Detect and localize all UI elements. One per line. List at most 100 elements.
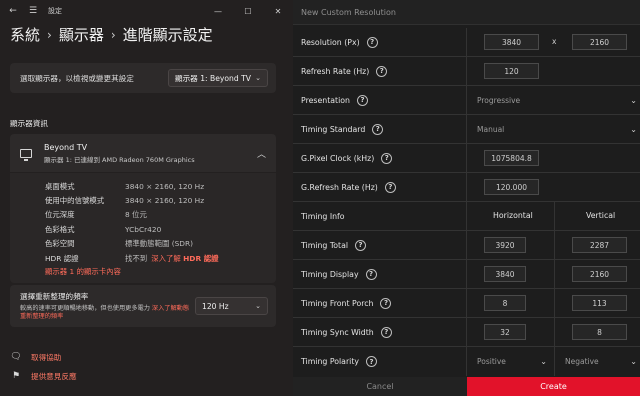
close-icon[interactable]: ✕	[263, 7, 293, 16]
timing-polarity-label: Timing Polarity	[301, 357, 360, 366]
timing-front-porch-v-input[interactable]: 113	[572, 295, 627, 311]
breadcrumb: 系統 › 顯示器 › 進階顯示設定	[10, 24, 213, 45]
resolution-height-input[interactable]: 2160	[572, 34, 627, 50]
help-icon[interactable]: ?	[356, 94, 368, 106]
chevron-down-icon: ⌄	[255, 302, 261, 310]
timing-total-label: Timing Total	[301, 240, 349, 250]
column-divider	[554, 289, 555, 317]
polarity-h-value: Positive	[477, 357, 506, 366]
presentation-select[interactable]: Progressive ⌄	[469, 87, 637, 114]
display-info-header[interactable]: Beyond TV 顯示器 1: 已連線到 AMD Radeon 760M Gr…	[10, 134, 276, 172]
refresh-title: 選擇重新整理的頻率	[20, 291, 89, 301]
help-icon[interactable]: ?	[380, 326, 392, 338]
column-divider	[554, 347, 555, 376]
hdr-learn-more-link[interactable]: 深入了解 HDR 認證	[151, 253, 218, 264]
timing-front-porch-label: Timing Front Porch	[301, 298, 374, 308]
help-icon[interactable]: ?	[365, 268, 377, 280]
refresh-desc: 較高的速率可更順暢地移動，但也使用更多電力 深入了解動態重新整理的頻率	[20, 305, 195, 321]
timing-sync-width-label: Timing Sync Width	[301, 327, 374, 337]
timing-sync-width-h-input[interactable]: 32	[484, 324, 526, 340]
help-icon[interactable]: ?	[381, 152, 393, 164]
chevron-up-icon[interactable]: ︿	[257, 147, 266, 160]
help-icon[interactable]: ?	[366, 356, 378, 367]
pixel-clock-row: G.Pixel Clock (kHz)? 1075804.8	[293, 144, 640, 173]
help-icon[interactable]: ?	[366, 36, 378, 48]
chevron-right-icon: ›	[110, 27, 116, 42]
presentation-row: Presentation? Progressive ⌄	[293, 86, 640, 115]
timing-total-v-input[interactable]: 2287	[572, 237, 627, 253]
timing-display-label: Timing Display	[301, 269, 359, 279]
resolution-row: Resolution (Px)? 3840 x 2160	[293, 28, 640, 57]
help-icon[interactable]: ?	[376, 65, 388, 77]
breadcrumb-system[interactable]: 系統	[10, 24, 40, 45]
menu-icon[interactable]: ☰	[26, 4, 40, 18]
polarity-v-value: Negative	[565, 357, 599, 366]
horizontal-column-header: Horizontal	[493, 211, 533, 220]
adapter-properties-link[interactable]: 顯示器 1 的顯示卡內容	[45, 266, 276, 277]
custom-resolution-panel: New Custom Resolution Resolution (Px)? 3…	[293, 0, 640, 396]
window-title: 設定	[48, 7, 62, 15]
resolution-width-input[interactable]: 3840	[484, 34, 539, 50]
g-refresh-row: G.Refresh Rate (Hz)? 120.000	[293, 173, 640, 202]
get-help-link[interactable]: 🗨 取得協助	[10, 351, 61, 363]
display-name: Beyond TV	[44, 142, 88, 152]
breadcrumb-display[interactable]: 顯示器	[59, 24, 104, 45]
timing-front-porch-h-input[interactable]: 8	[484, 295, 526, 311]
timing-display-row: Timing Display? 3840 2160	[293, 260, 640, 289]
timing-display-v-input[interactable]: 2160	[572, 266, 627, 282]
chevron-down-icon: ⌄	[255, 74, 261, 82]
timing-display-h-input[interactable]: 3840	[484, 266, 526, 282]
select-display-label: 選取顯示器，以檢視或變更其設定	[20, 73, 134, 83]
feedback-icon: ⚑	[11, 371, 21, 381]
refresh-rate-card: 選擇重新整理的頻率 較高的速率可更順暢地移動，但也使用更多電力 深入了解動態重新…	[10, 285, 276, 327]
display-dropdown-value: 顯示器 1: Beyond TV	[175, 73, 251, 83]
back-arrow-icon[interactable]: ←	[6, 4, 20, 18]
settings-window: ← ☰ 設定 — ☐ ✕ 系統 › 顯示器 › 進階顯示設定 選取顯示器，以檢視…	[0, 0, 293, 396]
polarity-horizontal-select[interactable]: Positive ⌄	[469, 348, 549, 375]
help-icon[interactable]: ?	[384, 181, 396, 193]
timing-total-h-input[interactable]: 3920	[484, 237, 526, 253]
info-value: 標準動態範圍 (SDR)	[125, 239, 193, 249]
presentation-label: Presentation	[301, 95, 350, 105]
help-icon[interactable]: ?	[372, 123, 384, 135]
timing-standard-value: Manual	[477, 124, 505, 134]
pixel-clock-input[interactable]: 1075804.8	[484, 150, 539, 166]
info-value: YCbCr420	[125, 224, 162, 234]
polarity-vertical-select[interactable]: Negative ⌄	[557, 348, 637, 375]
refresh-rate-input[interactable]: 120	[484, 63, 539, 79]
timing-sync-width-v-input[interactable]: 8	[572, 324, 627, 340]
pixel-clock-label: G.Pixel Clock (kHz)	[301, 153, 375, 163]
maximize-icon[interactable]: ☐	[233, 7, 263, 16]
title-bar: ← ☰ 設定 — ☐ ✕	[0, 0, 293, 22]
timing-standard-label: Timing Standard	[301, 124, 366, 134]
timing-info-label: Timing Info	[301, 211, 345, 221]
g-refresh-input[interactable]: 120.000	[484, 179, 539, 195]
info-row: 色彩格式 YCbCr420	[45, 222, 276, 236]
help-icon[interactable]: ?	[355, 239, 367, 251]
info-value: 3840 × 2160, 120 Hz	[125, 181, 205, 191]
feedback-label: 提供意見反應	[31, 371, 77, 381]
info-row: 位元深度 8 位元	[45, 208, 276, 222]
info-row: HDR 認證 找不到 深入了解 HDR 認證	[45, 251, 276, 265]
minimize-icon[interactable]: —	[203, 7, 233, 16]
refresh-dropdown-value: 120 Hz	[202, 301, 229, 311]
column-divider	[554, 202, 555, 230]
get-help-label: 取得協助	[31, 352, 62, 362]
display-subtitle: 顯示器 1: 已連線到 AMD Radeon 760M Graphics	[44, 155, 195, 164]
panel-title: New Custom Resolution	[293, 0, 640, 25]
create-button[interactable]: Create	[467, 377, 640, 396]
timing-front-porch-row: Timing Front Porch? 8 113	[293, 289, 640, 318]
vertical-column-header: Vertical	[586, 211, 616, 220]
display-dropdown[interactable]: 顯示器 1: Beyond TV ⌄	[168, 69, 268, 87]
feedback-link[interactable]: ⚑ 提供意見反應	[10, 370, 77, 382]
info-key: HDR 認證	[45, 253, 79, 263]
chevron-down-icon: ⌄	[630, 95, 637, 105]
refresh-rate-dropdown[interactable]: 120 Hz ⌄	[195, 297, 268, 315]
timing-standard-select[interactable]: Manual ⌄	[469, 116, 637, 143]
help-icon[interactable]: ?	[380, 297, 392, 309]
info-key: 桌面模式	[45, 181, 75, 191]
column-divider	[554, 318, 555, 346]
info-value: 8 位元	[125, 210, 147, 220]
info-key: 色彩格式	[45, 224, 75, 234]
cancel-button[interactable]: Cancel	[293, 377, 467, 396]
